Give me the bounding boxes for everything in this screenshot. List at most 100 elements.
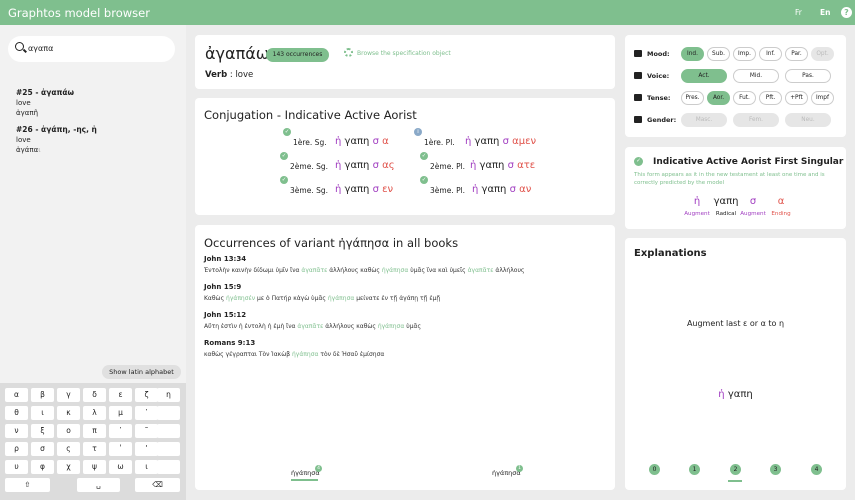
keyboard-key[interactable]: ι	[31, 406, 54, 420]
morpheme-label: Ending	[771, 211, 791, 217]
keyboard-key[interactable]: α	[5, 388, 28, 402]
keyboard-key[interactable]: ω	[109, 460, 132, 474]
help-icon[interactable]: ?	[841, 7, 852, 18]
keyboard-key[interactable]: ς	[57, 442, 80, 456]
filter-chip[interactable]: Impf	[811, 91, 834, 105]
keyboard-key[interactable]: ι	[135, 460, 158, 474]
keyboard-key[interactable]: ῾	[135, 406, 158, 420]
filter-chip[interactable]: Par.	[785, 47, 808, 61]
lang-en-button[interactable]: En	[820, 8, 830, 17]
check-icon: ✓	[280, 152, 288, 160]
lang-fr-button[interactable]: Fr	[795, 8, 802, 17]
keyboard-key[interactable]: ζ	[135, 388, 158, 402]
keyboard-key[interactable]: β	[31, 388, 54, 402]
filters-card: Mood: Ind. Sub. Imp. Inf. Par. Opt. Voice: Act. M…	[625, 35, 846, 137]
explanation-word: ἠ γαπη	[718, 389, 753, 400]
search-box[interactable]: αγαπα	[8, 36, 175, 62]
keyboard-key[interactable]	[157, 424, 180, 438]
tab-count-badge: 1	[516, 465, 523, 472]
keyboard-key[interactable]: ᾿	[109, 424, 132, 438]
explanation-step[interactable]: 2	[730, 464, 741, 475]
morpheme: α	[777, 196, 785, 207]
keyboard-key[interactable]: ʹ	[109, 442, 132, 456]
check-icon: ✓	[280, 176, 288, 184]
search-result-item[interactable]: #25 - ἀγαπάω love ἀγαπῆ	[16, 88, 74, 118]
search-result-item[interactable]: #26 - ἀγάπη, -ης, ἡ love ἀγάπαι	[16, 125, 97, 155]
keyboard-key[interactable]: ν	[5, 424, 28, 438]
keyboard-key[interactable]: θ	[5, 406, 28, 420]
filter-chip[interactable]: Fut.	[733, 91, 756, 105]
conjugation-title: Conjugation - Indicative Active Aorist	[204, 108, 417, 122]
filter-chip[interactable]: Inf.	[759, 47, 782, 61]
keyboard-key[interactable]: ῀	[135, 424, 158, 438]
keyboard-key[interactable]: υ	[5, 460, 28, 474]
explanation-text: Augment last ε or α to η	[686, 319, 785, 328]
keyboard-key[interactable]: λ	[83, 406, 106, 420]
tab-count-badge: 4	[315, 465, 322, 472]
filter-chip[interactable]: Aor.	[707, 91, 730, 105]
result-title: #26 - ἀγάπη, -ης, ἡ	[16, 125, 97, 134]
space-key[interactable]: ␣	[77, 478, 120, 492]
filter-chip[interactable]: Ind.	[681, 47, 704, 61]
spec-link[interactable]: Browse the specification object	[357, 50, 451, 57]
keyboard-key[interactable]: ʼ	[135, 442, 158, 456]
conjugation-label: 3ème. Sg.	[290, 186, 328, 195]
lemma-card: ἀγαπάω 143 occurrences Browse the specif…	[195, 35, 615, 89]
app-header: Graphtos model browser Fr En ?	[0, 0, 855, 25]
keyboard-key[interactable]: ξ	[31, 424, 54, 438]
filter-chip[interactable]: Act.	[681, 69, 727, 83]
conjugated-form: ἠ γαπη σ α	[335, 136, 389, 147]
filter-chip[interactable]: Mid.	[733, 69, 779, 83]
morpheme: σ	[749, 196, 757, 207]
check-icon: ✓	[283, 128, 291, 136]
explanation-step[interactable]: 0	[649, 464, 660, 475]
keyboard-key[interactable]: γ	[57, 388, 80, 402]
keyboard-key[interactable]	[157, 442, 180, 456]
result-title: #25 - ἀγαπάω	[16, 88, 75, 97]
shift-key[interactable]: ⇧	[5, 478, 50, 492]
keyboard-key[interactable]: σ	[31, 442, 54, 456]
keyboard-key[interactable]: ρ	[5, 442, 28, 456]
explanation-step[interactable]: 1	[689, 464, 700, 475]
result-gloss: love	[16, 99, 31, 107]
keyboard-key[interactable]: τ	[83, 442, 106, 456]
result-form-suffix: ι	[38, 146, 41, 154]
keyboard-key[interactable]	[157, 460, 180, 474]
keyboard-key[interactable]: μ	[109, 406, 132, 420]
keyboard-key[interactable]: ε	[109, 388, 132, 402]
keyboard-key[interactable]: δ	[83, 388, 106, 402]
conjugation-card: Conjugation - Indicative Active Aorist ✓…	[195, 98, 615, 215]
filter-chip[interactable]: Sub.	[707, 47, 730, 61]
show-latin-button[interactable]: Show latin alphabet	[102, 365, 181, 379]
keyboard-key[interactable]: ο	[57, 424, 80, 438]
keyboard-key[interactable]: ψ	[83, 460, 106, 474]
result-form: ἀγάπα	[16, 146, 39, 154]
result-form: ἀγαπῆ	[16, 109, 39, 117]
explanation-step[interactable]: 4	[811, 464, 822, 475]
filter-chip[interactable]: Imp.	[733, 47, 756, 61]
filter-chip[interactable]: Pres.	[681, 91, 704, 105]
explanations-title: Explanations	[634, 248, 707, 259]
filter-chip[interactable]: +Pft	[785, 91, 808, 105]
occurrences-title: Occurrences of variant ἠγάπησα in all bo…	[204, 236, 459, 250]
keyboard-key[interactable]: π	[83, 424, 106, 438]
keyboard-key[interactable]: η	[157, 388, 180, 402]
occurrences-badge[interactable]: 143 occurrences	[266, 48, 329, 62]
mood-label: Mood:	[647, 50, 670, 58]
explanation-step[interactable]: 3	[770, 464, 781, 475]
filter-chip[interactable]: Pas.	[785, 69, 831, 83]
gender-icon	[634, 116, 642, 123]
filter-chip[interactable]: Pft.	[759, 91, 782, 105]
search-input[interactable]: αγαπα	[28, 44, 53, 53]
gear-icon[interactable]	[344, 48, 353, 57]
voice-label: Voice:	[647, 72, 670, 80]
verse-text: Καθὼς ἠγάπησέν με ὁ Πατήρ κἀγὼ ὑμᾶς ἠγάπ…	[204, 295, 441, 302]
tense-icon	[634, 94, 642, 101]
keyboard-key[interactable]: φ	[31, 460, 54, 474]
keyboard-key[interactable]: κ	[57, 406, 80, 420]
keyboard-key[interactable]	[157, 406, 180, 420]
keyboard-key[interactable]: χ	[57, 460, 80, 474]
conjugation-label: 2ème. Sg.	[290, 162, 328, 171]
backspace-key[interactable]: ⌫	[135, 478, 180, 492]
occurrences-card: Occurrences of variant ἠγάπησα in all bo…	[195, 225, 615, 490]
